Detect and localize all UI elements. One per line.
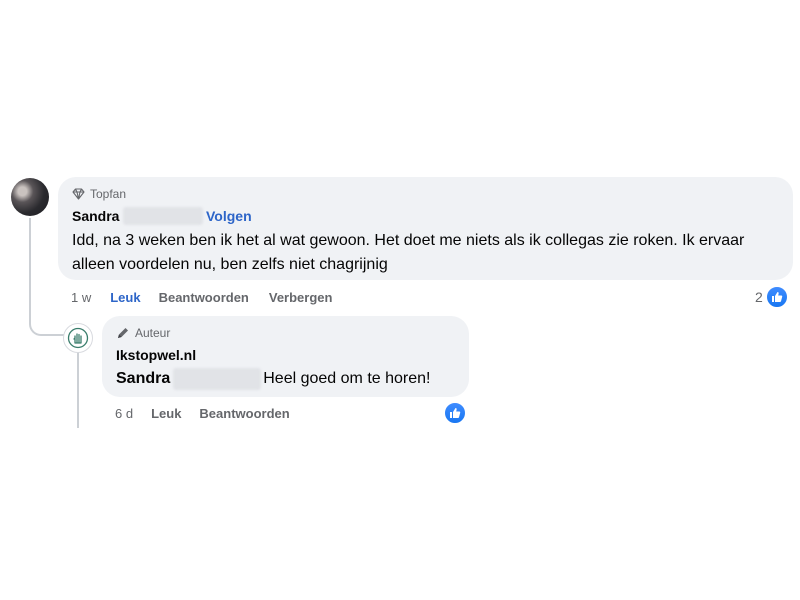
reply-button[interactable]: Beantwoorden (199, 406, 289, 421)
thumbs-up-icon (772, 292, 783, 302)
thumbs-up-icon (450, 408, 461, 418)
comment-actions: 1 w Leuk Beantwoorden Verbergen (71, 290, 332, 305)
hide-button[interactable]: Verbergen (269, 290, 333, 305)
badge-label: Topfan (90, 187, 127, 201)
comment-timestamp[interactable]: 1 w (71, 290, 91, 305)
pen-icon (118, 328, 128, 338)
reply-thread-line (77, 352, 79, 428)
reply-text: Heel goed om te horen! (263, 370, 431, 387)
badge-label: Auteur (135, 326, 171, 340)
reply-timestamp[interactable]: 6 d (115, 406, 133, 421)
author-badge: Auteur (116, 326, 170, 340)
reply-button[interactable]: Beantwoorden (159, 290, 249, 305)
thread-connector (29, 312, 65, 336)
topfan-badge: Topfan (72, 187, 126, 201)
comment-author[interactable]: Sandra (72, 208, 119, 224)
author-avatar[interactable] (63, 323, 93, 353)
diamond-icon (72, 188, 85, 200)
reply-text-line: Sandra Heel goed om te horen! (116, 368, 430, 390)
logo-icon (67, 327, 89, 349)
like-button[interactable]: Leuk (110, 290, 140, 305)
redacted-name (123, 207, 203, 225)
avatar[interactable] (11, 178, 49, 216)
reply-actions: 6 d Leuk Beantwoorden (115, 406, 290, 421)
redacted-name (173, 368, 262, 390)
mention[interactable]: Sandra (116, 369, 170, 389)
comment-text: Idd, na 3 weken ben ik het al wat gewoon… (72, 232, 745, 273)
reaction-badge[interactable] (443, 401, 467, 425)
reaction-count[interactable]: 2 (755, 289, 763, 305)
reply-author[interactable]: Ikstopwel.nl (116, 347, 196, 363)
follow-button[interactable]: Volgen (206, 208, 252, 224)
reaction-badge[interactable] (765, 285, 789, 309)
like-button[interactable]: Leuk (151, 406, 181, 421)
thread-line (29, 218, 31, 322)
